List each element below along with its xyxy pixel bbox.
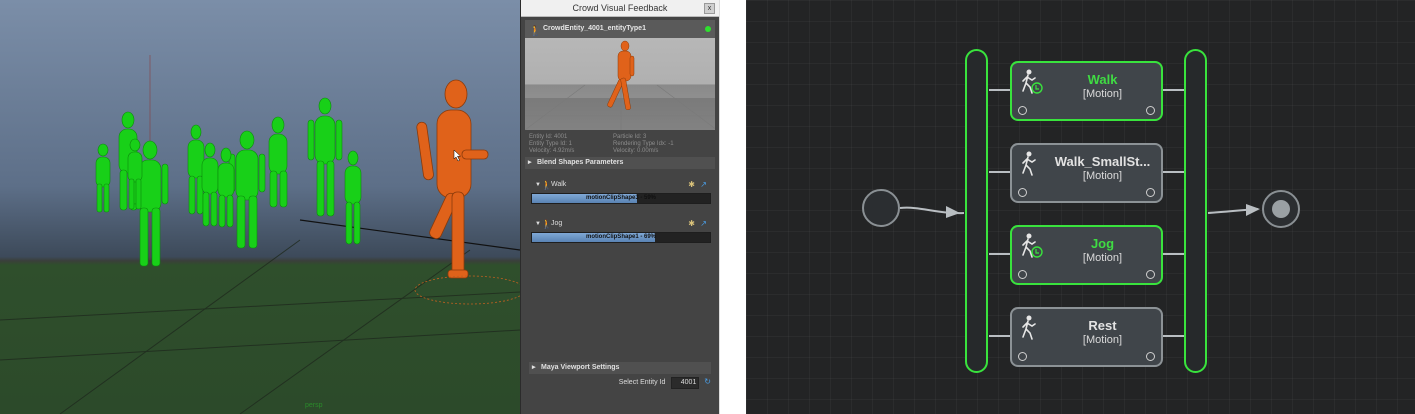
clip-label: Walk	[551, 181, 567, 188]
arrow-link-icon[interactable]: ↗	[700, 179, 707, 191]
walking-figure-icon	[1020, 69, 1044, 95]
output-port-icon[interactable]	[1146, 188, 1155, 197]
state-machine-graph[interactable]: Walk [Motion] Walk_SmallSt... [Motion] Jog [M…	[746, 0, 1415, 414]
state-node-jog[interactable]: Jog [Motion]	[1010, 225, 1163, 285]
stat-velocity: Velocity: 4.92m/s	[529, 148, 575, 154]
bar-text: motionClipShape1 - 69%	[585, 234, 656, 240]
maya-viewport-settings-section[interactable]: Maya Viewport Settings	[529, 362, 711, 374]
walking-figure-icon	[1020, 233, 1044, 259]
state-name: Jog	[1090, 236, 1115, 251]
clip-row-walk[interactable]: ▼ 🚶 Walk ✱ ↗	[525, 179, 715, 191]
maya-viewport[interactable]: persp	[0, 0, 520, 414]
state-type: [Motion]	[1082, 88, 1123, 100]
viewport-scene	[0, 55, 520, 414]
state-node-walk[interactable]: Walk [Motion]	[1010, 61, 1163, 121]
walking-figure-icon: 🚶	[541, 180, 553, 190]
clip-row-jog[interactable]: ▼ 🚶 Jog ✱ ↗	[525, 218, 715, 230]
input-port-icon[interactable]	[1018, 270, 1027, 279]
output-port-icon[interactable]	[1146, 352, 1155, 361]
select-entity-label: Select Entity Id	[618, 379, 666, 386]
clip-weight-bar-walk[interactable]: motionClipShape3 - 59%	[531, 193, 711, 204]
input-port-icon[interactable]	[1018, 188, 1027, 197]
entity-header[interactable]: 🚶 CrowdEntity_4001_entityType1	[525, 20, 715, 38]
figure-settings-icon[interactable]: ✱	[688, 179, 695, 191]
state-name: Walk	[1087, 72, 1118, 87]
end-node-core	[1272, 200, 1290, 218]
arrow-head-icon	[946, 206, 960, 218]
panel-titlebar: Crowd Visual Feedback x	[521, 0, 719, 17]
input-port-icon[interactable]	[1018, 106, 1027, 115]
panel-title: Crowd Visual Feedback	[572, 3, 668, 13]
bar-text: motionClipShape3 - 59%	[585, 195, 656, 201]
select-entity-row: Select Entity Id 4001 ↻	[619, 377, 711, 389]
close-icon[interactable]: x	[704, 3, 715, 14]
state-type: [Motion]	[1082, 252, 1123, 264]
state-name: Walk_SmallSt...	[1054, 154, 1151, 169]
walking-figure-icon: 🚶	[541, 219, 553, 229]
status-dot-icon	[705, 26, 711, 32]
stat-entity-type-id: Entity Type Id: 1	[529, 141, 572, 147]
input-rail[interactable]	[965, 49, 988, 373]
entity-stats: Entity Id: 4001 Particle Id: 3 Entity Ty…	[529, 134, 713, 154]
state-node-walk-smallst[interactable]: Walk_SmallSt... [Motion]	[1010, 143, 1163, 203]
state-node-rest[interactable]: Rest [Motion]	[1010, 307, 1163, 367]
stat-particle-id: Particle Id: 3	[613, 134, 647, 140]
arrow-head-icon	[1246, 204, 1260, 216]
output-port-icon[interactable]	[1146, 270, 1155, 279]
walking-figure-icon	[1020, 151, 1044, 177]
arrow-link-icon[interactable]: ↗	[700, 218, 707, 230]
state-name: Rest	[1088, 318, 1117, 333]
entity-preview	[525, 38, 715, 130]
figure-settings-icon[interactable]: ✱	[688, 218, 695, 230]
output-rail[interactable]	[1184, 49, 1207, 373]
select-entity-input[interactable]: 4001	[671, 377, 700, 389]
refresh-icon[interactable]: ↻	[704, 377, 711, 386]
stat-entity-id: Entity Id: 4001	[529, 134, 568, 140]
preview-scene	[525, 40, 715, 130]
blend-shapes-section[interactable]: Blend Shapes Parameters	[525, 157, 715, 169]
end-node[interactable]	[1262, 190, 1300, 228]
output-port-icon[interactable]	[1146, 106, 1155, 115]
stat-rendering-type: Rendering Type Idx: -1	[613, 141, 674, 147]
stat-velocity-2: Velocity: 0.00m/s	[613, 148, 659, 154]
state-type: [Motion]	[1082, 170, 1123, 182]
camera-label: persp	[305, 402, 323, 409]
selected-agent	[416, 79, 489, 279]
entity-name: CrowdEntity_4001_entityType1	[543, 25, 646, 32]
walking-figure-icon	[1020, 315, 1044, 341]
input-port-icon[interactable]	[1018, 352, 1027, 361]
state-type: [Motion]	[1082, 334, 1123, 346]
crowd-visual-feedback-panel: Crowd Visual Feedback x 🚶 CrowdEntity_40…	[520, 0, 720, 414]
clip-label: Jog	[551, 220, 563, 227]
start-node[interactable]	[862, 189, 900, 227]
crowd-agents	[95, 97, 362, 267]
clip-weight-bar-jog[interactable]: motionClipShape1 - 69%	[531, 232, 711, 243]
